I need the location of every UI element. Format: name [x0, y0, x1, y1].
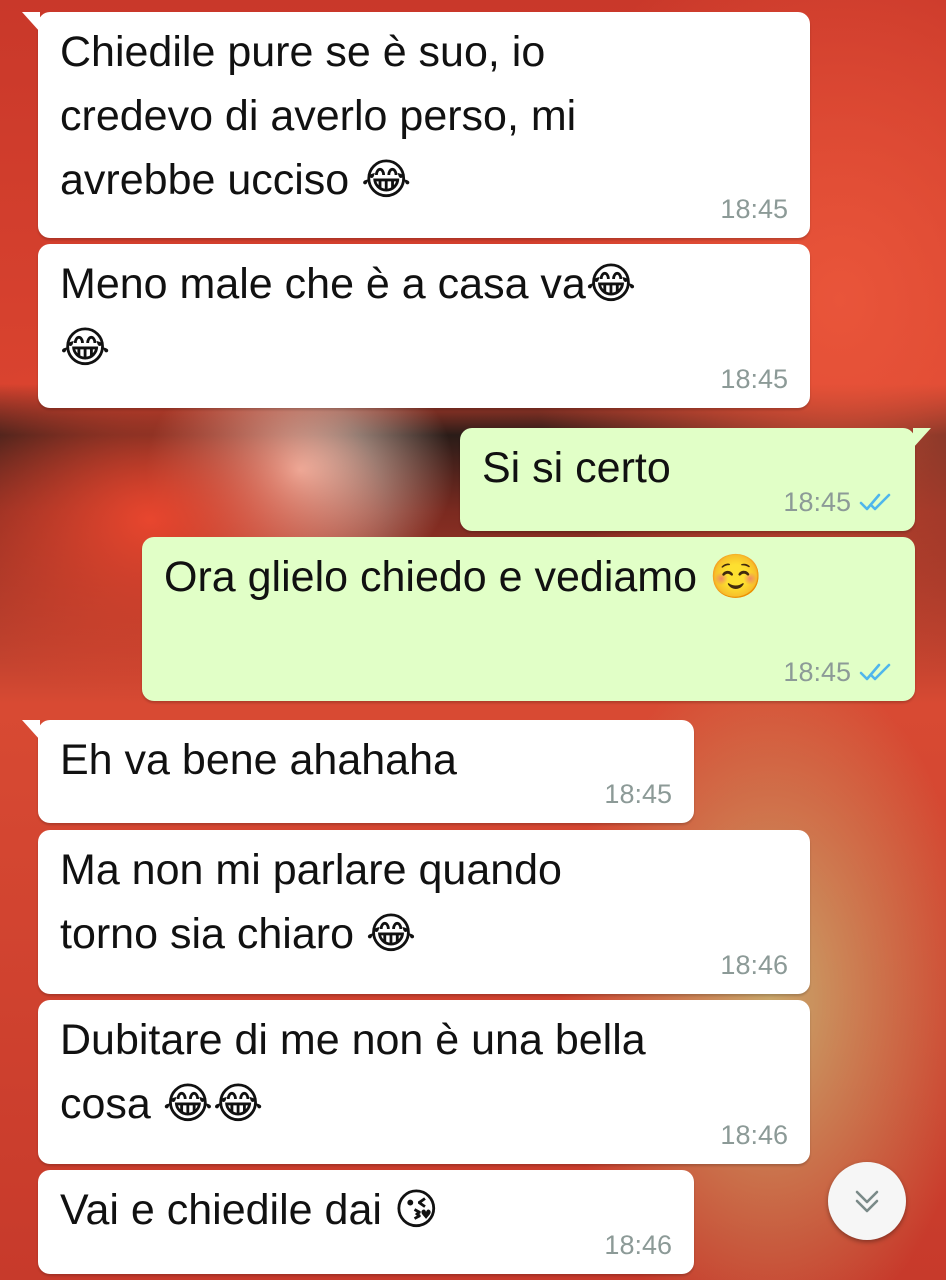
message-text: Vai e chiedile dai 😘	[60, 1186, 439, 1234]
message-text: Eh va bene ahahaha	[60, 736, 457, 784]
message-text: Ora glielo chiedo e vediamo ☺️	[164, 553, 763, 601]
outgoing-message[interactable]: Ora glielo chiedo e vediamo ☺️ 18:45	[142, 537, 915, 701]
incoming-message[interactable]: Meno male che è a casa va😂 😂 18:45	[38, 244, 810, 408]
message-meta: 18:45	[720, 364, 788, 394]
message-text: Dubitare di me non è una bella cosa 😂😂	[60, 1016, 646, 1128]
outgoing-message[interactable]: Si si certo 18:45	[460, 428, 931, 531]
chevron-double-down-icon	[855, 1190, 879, 1213]
scroll-to-bottom-button[interactable]	[828, 1162, 906, 1240]
message-meta: 18:46	[604, 1230, 672, 1260]
message-time: 18:45	[783, 657, 851, 687]
incoming-message[interactable]: Chiedile pure se è suo, io credevo di av…	[22, 12, 810, 238]
message-time: 18:45	[604, 779, 672, 809]
message-time: 18:45	[783, 487, 851, 517]
message-text: Chiedile pure se è suo, io credevo di av…	[60, 28, 577, 204]
message-text: Meno male che è a casa va😂 😂	[60, 260, 637, 372]
message-meta: 18:46	[720, 1120, 788, 1150]
message-meta: 18:46	[720, 950, 788, 980]
message-time: 18:45	[720, 364, 788, 394]
message-meta: 18:45	[783, 487, 893, 517]
message-meta: 18:45	[604, 779, 672, 809]
message-meta: 18:45	[783, 657, 893, 687]
message-time: 18:45	[720, 194, 788, 224]
incoming-message[interactable]: Vai e chiedile dai 😘 18:46	[38, 1170, 694, 1274]
incoming-message[interactable]: Ma non mi parlare quando torno sia chiar…	[38, 830, 810, 994]
message-time: 18:46	[720, 950, 788, 980]
message-time: 18:46	[720, 1120, 788, 1150]
incoming-message[interactable]: Dubitare di me non è una bella cosa 😂😂 1…	[38, 1000, 810, 1164]
double-check-icon	[859, 493, 891, 511]
incoming-message[interactable]: Eh va bene ahahaha 18:45	[22, 720, 694, 823]
double-check-icon	[859, 663, 891, 681]
message-time: 18:46	[604, 1230, 672, 1260]
message-text: Ma non mi parlare quando torno sia chiar…	[60, 846, 562, 958]
message-meta: 18:45	[720, 194, 788, 224]
